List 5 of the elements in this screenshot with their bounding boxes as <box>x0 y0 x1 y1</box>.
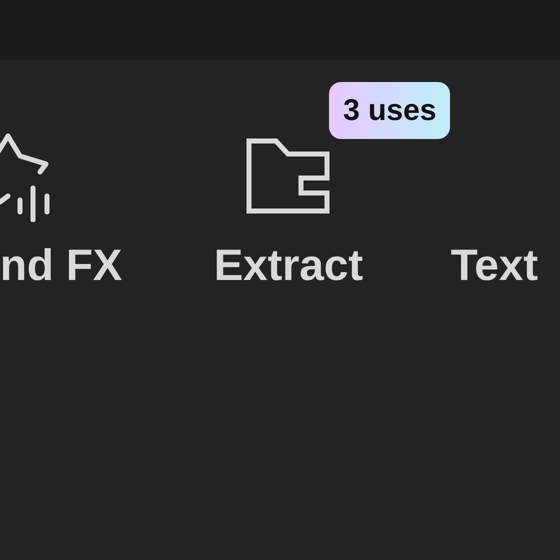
folder-icon <box>246 138 330 214</box>
tool-label[interactable]: nd FX <box>0 244 122 288</box>
tool-label[interactable]: Extract <box>214 244 364 288</box>
tool-label[interactable]: Text <box>450 244 538 288</box>
usage-badge: 3 uses <box>329 82 450 139</box>
